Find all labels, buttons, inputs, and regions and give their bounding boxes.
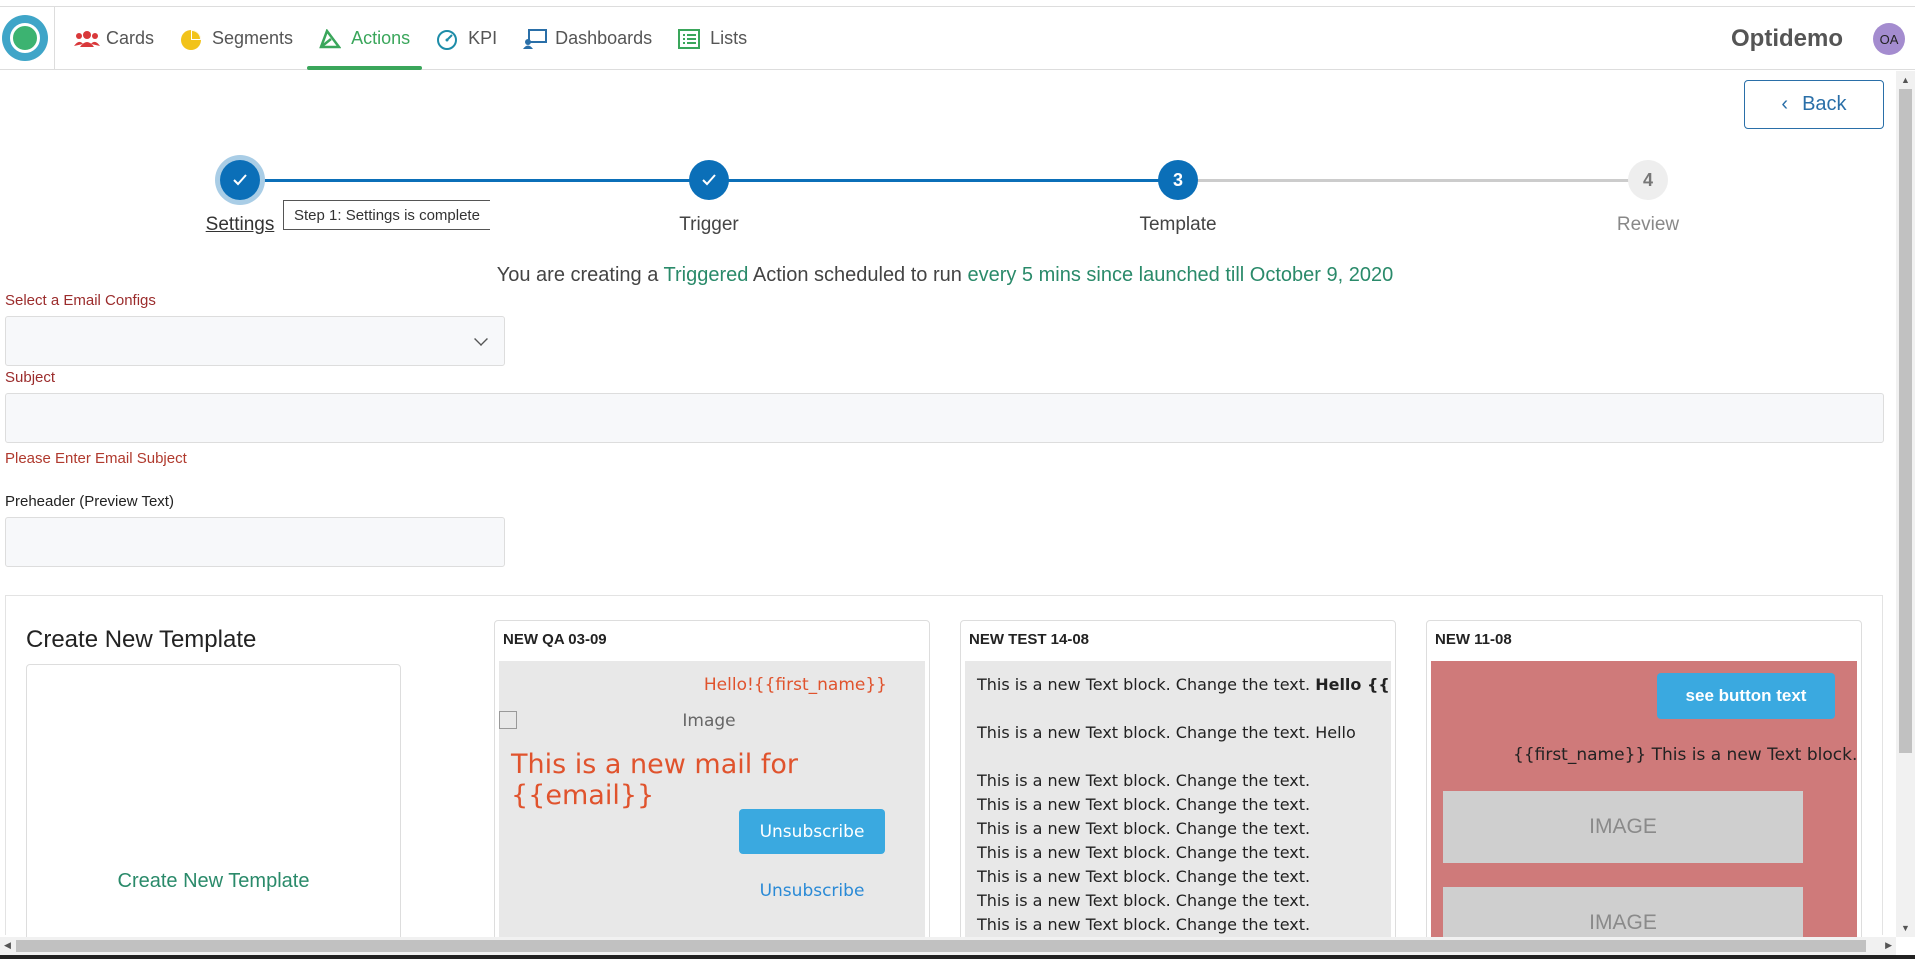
- gauge-icon: [436, 29, 460, 50]
- template-name: NEW 11-08: [1435, 631, 1512, 648]
- step-label-trigger[interactable]: Trigger: [679, 214, 738, 236]
- nav-item-cards[interactable]: Cards: [62, 7, 166, 70]
- step-label-settings[interactable]: Settings: [206, 214, 275, 236]
- pie-chart-icon: [180, 29, 204, 50]
- email-config-label: Select a Email Configs: [5, 292, 156, 309]
- email-config-select[interactable]: [5, 316, 505, 366]
- top-nav-bar: Cards Segments Actions KPI Dashboards Li…: [0, 6, 1915, 70]
- stepper-remaining-line: [1180, 179, 1650, 182]
- see-button: see button text: [1657, 673, 1835, 719]
- template-card[interactable]: NEW TEST 14-08 This is a new Text block.…: [960, 620, 1396, 950]
- main-nav: Cards Segments Actions KPI Dashboards Li…: [62, 7, 761, 70]
- unsubscribe-link: Unsubscribe: [759, 881, 865, 901]
- subject-input[interactable]: [5, 393, 1884, 443]
- step-template[interactable]: 3: [1158, 160, 1198, 200]
- image-placeholder: IMAGE: [1443, 791, 1803, 863]
- nav-item-dashboards[interactable]: Dashboards: [511, 7, 664, 70]
- template-name: NEW TEST 14-08: [969, 631, 1090, 648]
- create-template-card[interactable]: [26, 664, 401, 944]
- template-preview: see button text {{first_name}} This is a…: [1431, 661, 1857, 949]
- subject-error: Please Enter Email Subject: [5, 450, 187, 467]
- check-icon: [702, 174, 716, 186]
- brand-name: Optidemo: [1731, 25, 1843, 52]
- step-trigger[interactable]: [689, 160, 729, 200]
- template-preview: This is a new Text block. Change the tex…: [965, 661, 1391, 949]
- action-type: Triggered: [663, 264, 749, 286]
- step-label-template[interactable]: Template: [1139, 214, 1216, 236]
- vertical-scroll-thumb[interactable]: [1899, 89, 1912, 753]
- preheader-label: Preheader (Preview Text): [5, 493, 174, 510]
- nav-item-lists[interactable]: Lists: [666, 7, 759, 70]
- create-template-link[interactable]: Create New Template: [26, 870, 401, 893]
- action-schedule: every 5 mins since launched till October…: [967, 264, 1394, 286]
- step-review[interactable]: 4: [1628, 160, 1668, 200]
- template-card[interactable]: NEW 11-08 see button text {{first_name}}…: [1426, 620, 1862, 950]
- nav-item-kpi[interactable]: KPI: [424, 7, 509, 70]
- template-name: NEW QA 03-09: [503, 631, 607, 648]
- step-label-review[interactable]: Review: [1617, 214, 1679, 236]
- back-button[interactable]: ‹ Back: [1744, 80, 1884, 129]
- horizontal-scroll-thumb[interactable]: [16, 940, 1866, 952]
- scroll-up-icon[interactable]: ▲: [1901, 75, 1910, 85]
- nav-item-segments[interactable]: Segments: [168, 7, 305, 70]
- list-icon: [678, 28, 702, 49]
- actions-icon: [319, 27, 343, 49]
- check-icon: [233, 174, 247, 186]
- horizontal-scrollbar[interactable]: ◀ ▶: [0, 937, 1896, 955]
- dashboard-icon: [523, 28, 548, 49]
- template-card[interactable]: NEW QA 03-09 Hello!{{first_name}} Image …: [494, 620, 930, 950]
- users-icon: [74, 29, 100, 49]
- unsubscribe-button: Unsubscribe: [739, 809, 885, 854]
- step-tooltip: Step 1: Settings is complete: [283, 200, 490, 230]
- nav-item-actions[interactable]: Actions: [307, 7, 423, 70]
- avatar[interactable]: OA: [1873, 23, 1905, 55]
- scroll-down-icon[interactable]: ▼: [1901, 923, 1910, 933]
- scroll-right-icon[interactable]: ▶: [1885, 940, 1892, 951]
- vertical-scrollbar[interactable]: ▲ ▼: [1896, 71, 1915, 937]
- preheader-input[interactable]: [5, 517, 505, 567]
- template-preview: Hello!{{first_name}} Image This is a new…: [499, 661, 925, 949]
- action-summary: You are creating a Triggered Action sche…: [496, 264, 1394, 286]
- chevron-left-icon: ‹: [1781, 93, 1789, 115]
- chevron-down-icon: [474, 332, 488, 346]
- subject-label: Subject: [5, 369, 56, 386]
- step-settings[interactable]: [220, 160, 260, 200]
- scroll-left-icon[interactable]: ◀: [4, 940, 11, 951]
- app-logo[interactable]: [2, 15, 48, 61]
- create-template-title: Create New Template: [26, 626, 257, 653]
